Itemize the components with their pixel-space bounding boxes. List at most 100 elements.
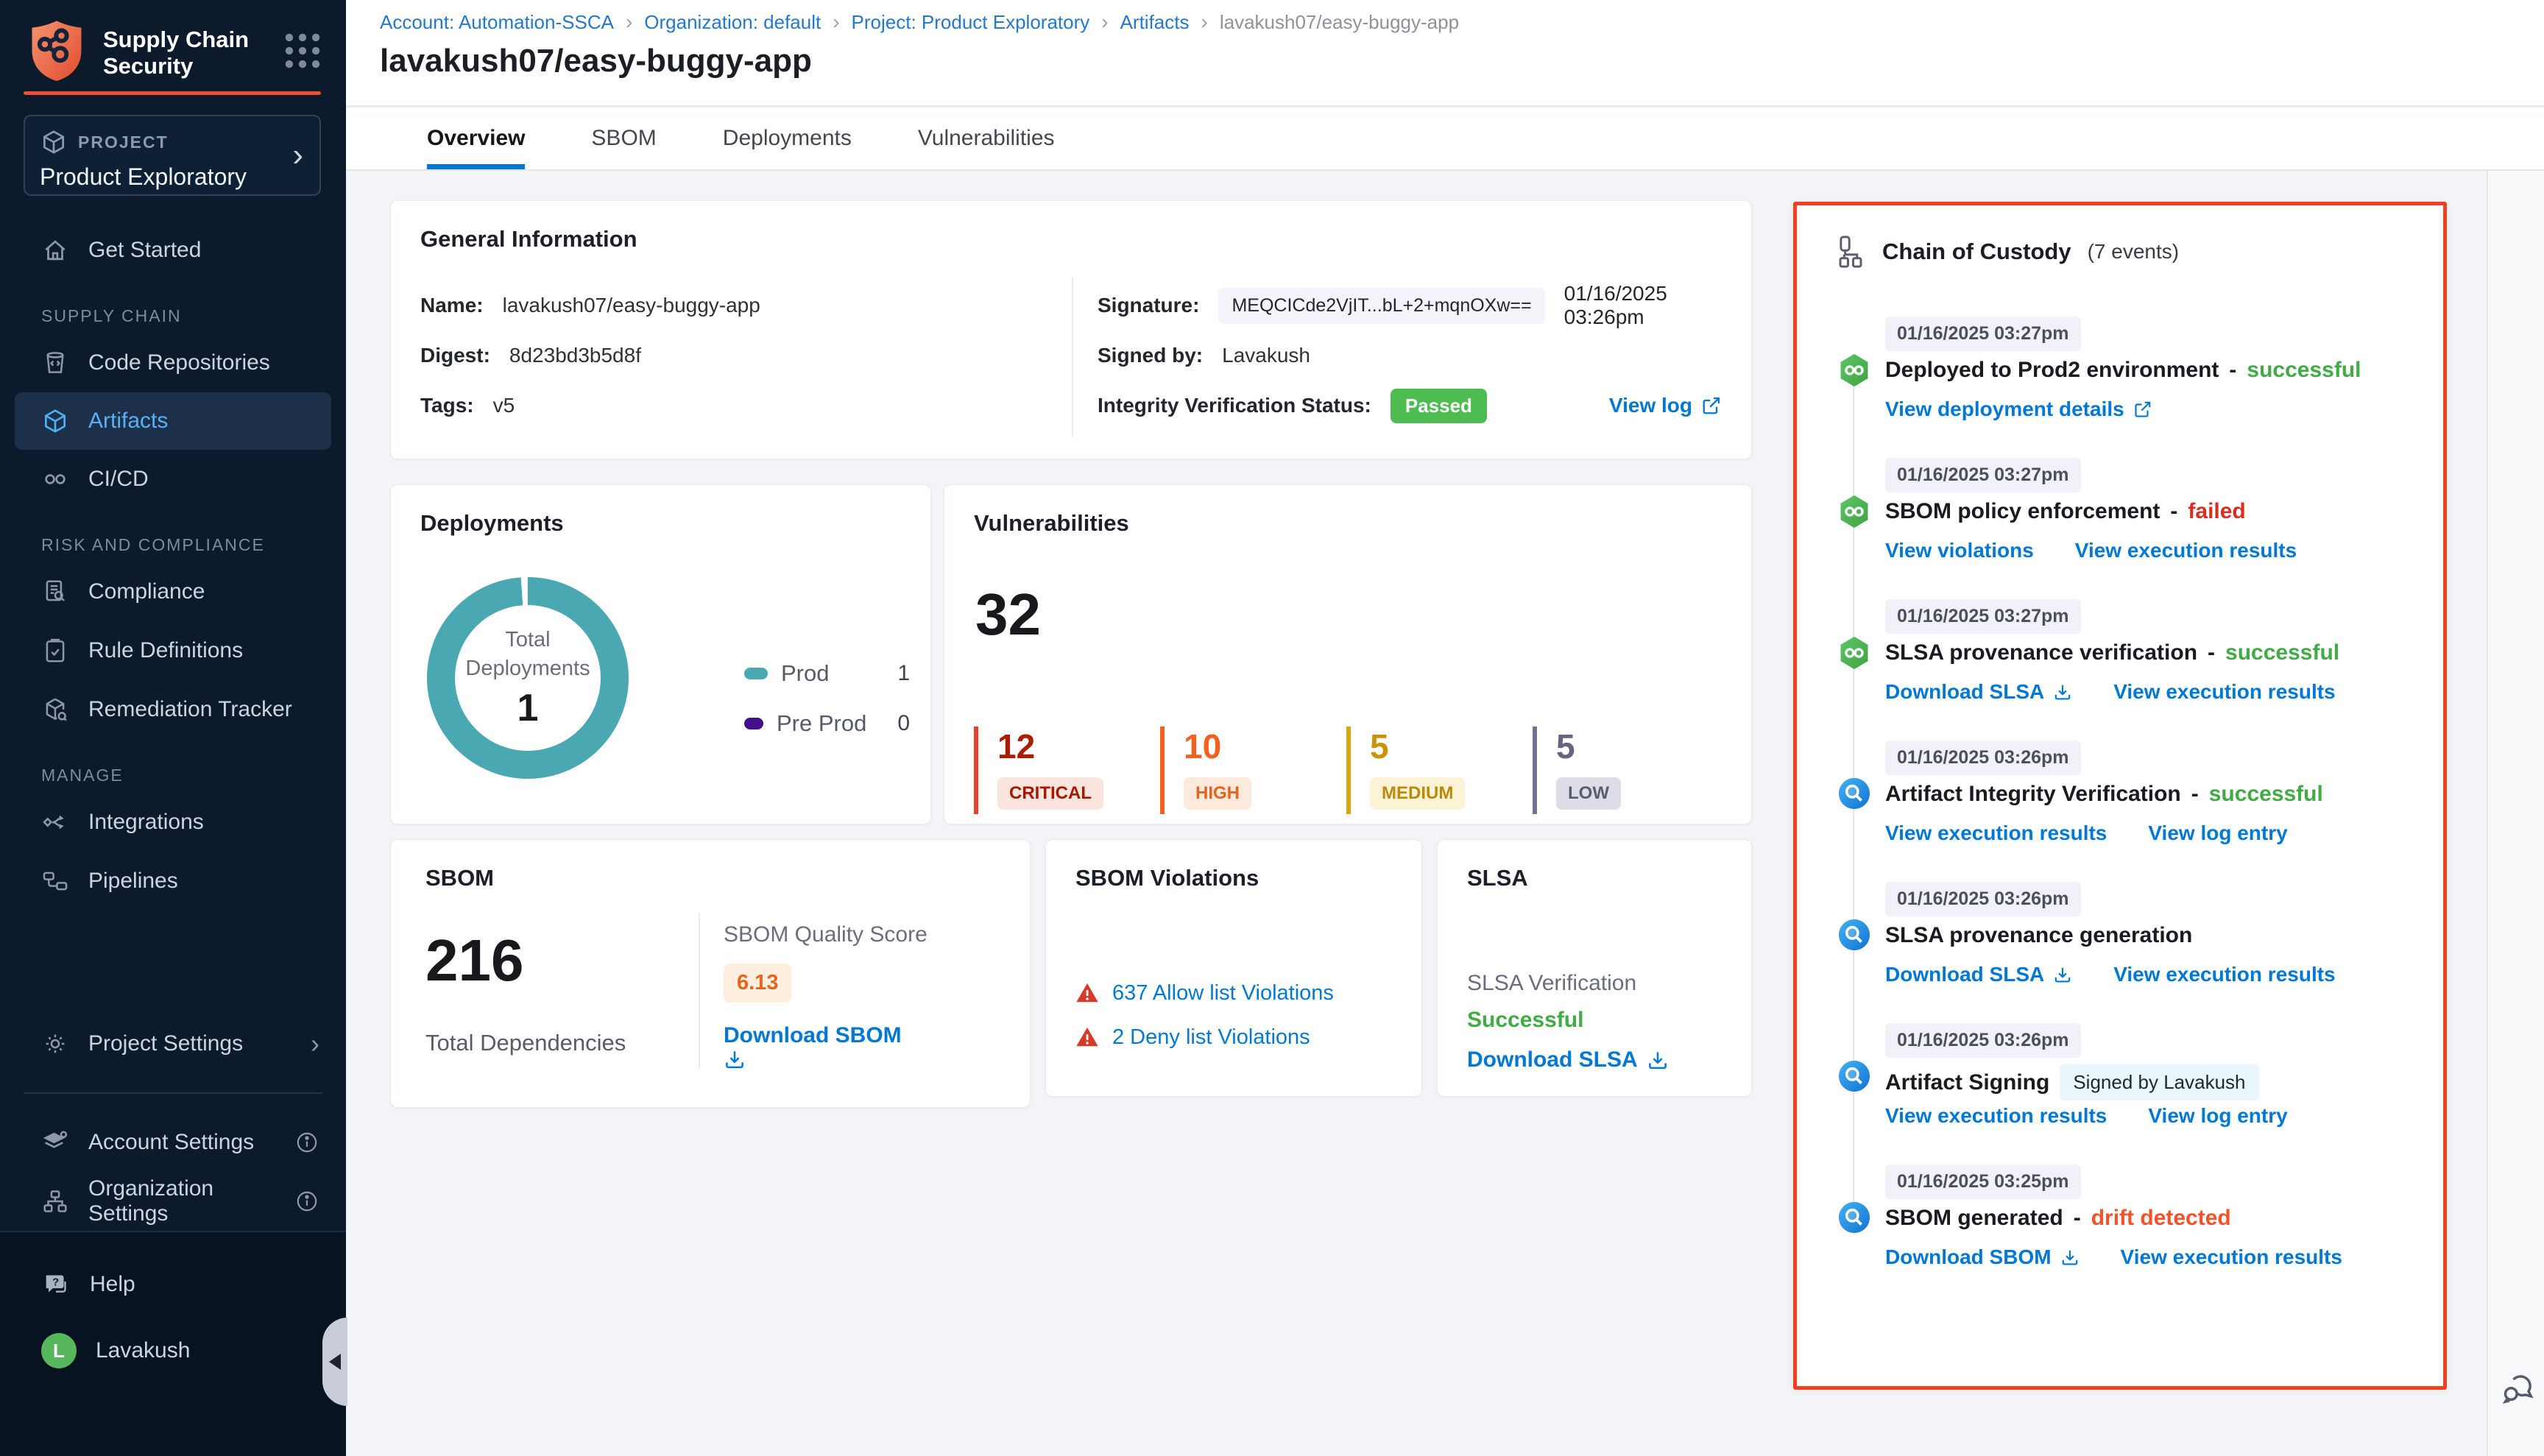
help-chat-icon: ? bbox=[41, 1270, 71, 1299]
custody-event: 01/16/2025 03:25pm SBOM generated-drift … bbox=[1797, 1165, 2443, 1275]
view-execution-results-link[interactable]: View execution results bbox=[2113, 680, 2335, 704]
user-name: Lavakush bbox=[96, 1338, 190, 1363]
sidebar-section-supply-chain: SUPPLY CHAIN bbox=[41, 306, 346, 326]
sidebar-collapse-handle[interactable] bbox=[322, 1318, 347, 1406]
download-slsa-link[interactable]: Download SLSA bbox=[1885, 963, 2072, 986]
breadcrumb-chevron-icon: › bbox=[833, 10, 839, 34]
breadcrumb-account[interactable]: Account: Automation-SSCA bbox=[380, 11, 614, 34]
sidebar-section-manage: MANAGE bbox=[41, 766, 346, 785]
sidebar-item-integrations[interactable]: Integrations bbox=[0, 793, 346, 852]
view-deployment-details-link[interactable]: View deployment details bbox=[1885, 397, 2152, 421]
download-slsa-link[interactable]: Download SLSA bbox=[1467, 1047, 1669, 1072]
page-header: Account: Automation-SSCA › Organization:… bbox=[346, 0, 2544, 107]
sidebar: Supply Chain Security PROJECT Product Ex… bbox=[0, 0, 346, 1456]
sidebar-divider bbox=[24, 1092, 322, 1094]
main-content: General Information Name: lavakush07/eas… bbox=[346, 171, 2487, 1456]
download-sbom-link[interactable]: Download SBOM bbox=[724, 1023, 928, 1070]
sidebar-item-rule-definitions[interactable]: Rule Definitions bbox=[0, 621, 346, 680]
sidebar-item-artifacts[interactable]: Artifacts bbox=[15, 392, 331, 450]
gear-icon bbox=[41, 1030, 69, 1058]
sidebar-item-compliance[interactable]: Compliance bbox=[0, 562, 346, 621]
app-switcher-grid-icon[interactable] bbox=[280, 28, 325, 77]
info-icon bbox=[294, 1189, 319, 1214]
chain-events-count: (7 events) bbox=[2088, 240, 2180, 264]
total-deployments-value: 1 bbox=[517, 686, 539, 730]
home-icon bbox=[41, 236, 69, 264]
app-logo-shield-icon bbox=[26, 18, 87, 88]
event-status: failed bbox=[2188, 499, 2245, 524]
breadcrumb-project[interactable]: Project: Product Exploratory bbox=[852, 11, 1090, 34]
tab-overview[interactable]: Overview bbox=[427, 108, 525, 169]
breadcrumb-artifacts[interactable]: Artifacts bbox=[1120, 11, 1190, 34]
sidebar-item-project-settings[interactable]: Project Settings › bbox=[0, 1014, 346, 1073]
event-status: successful bbox=[2247, 358, 2361, 383]
card-title: General Information bbox=[420, 226, 637, 252]
view-execution-results-link[interactable]: View execution results bbox=[1885, 1104, 2107, 1128]
deployments-card: Deployments TotalDeployments 1 Prod 1 Pr… bbox=[390, 484, 931, 824]
view-execution-results-link[interactable]: View execution results bbox=[2075, 539, 2297, 562]
sidebar-item-get-started[interactable]: Get Started bbox=[0, 221, 346, 280]
document-search-icon bbox=[41, 578, 69, 606]
view-execution-results-link[interactable]: View execution results bbox=[2121, 1245, 2342, 1269]
pipeline-hexagon-icon bbox=[1837, 353, 1871, 388]
tab-deployments[interactable]: Deployments bbox=[723, 108, 852, 169]
external-link-icon bbox=[2133, 400, 2152, 419]
card-title: SBOM bbox=[425, 865, 494, 891]
sidebar-item-cicd[interactable]: CI/CD bbox=[0, 450, 346, 509]
artifact-name: lavakush07/easy-buggy-app bbox=[503, 294, 760, 317]
donut-center-label: TotalDeployments bbox=[465, 626, 590, 683]
sidebar-footer: ? Help L Lavakush bbox=[0, 1231, 346, 1456]
project-cube-icon bbox=[40, 128, 68, 156]
sidebar-item-remediation-tracker[interactable]: Remediation Tracker bbox=[0, 680, 346, 739]
sidebar-item-pipelines[interactable]: Pipelines bbox=[0, 852, 346, 911]
signature-value: MEQCICde2VjIT...bL+2+mqnOXw== bbox=[1218, 288, 1544, 324]
download-slsa-link[interactable]: Download SLSA bbox=[1885, 680, 2072, 704]
download-sbom-link[interactable]: Download SBOM bbox=[1885, 1245, 2080, 1269]
project-selector[interactable]: PROJECT Product Exploratory › bbox=[24, 115, 321, 196]
severity-badge: HIGH bbox=[1184, 777, 1251, 810]
breadcrumb-chevron-icon: › bbox=[1201, 10, 1208, 34]
event-timestamp: 01/16/2025 03:26pm bbox=[1885, 882, 2081, 916]
tab-sbom[interactable]: SBOM bbox=[591, 108, 656, 169]
sbom-quality-score: 6.13 bbox=[724, 964, 791, 1003]
scan-circle-icon bbox=[1837, 1201, 1871, 1236]
severity-badge: MEDIUM bbox=[1370, 777, 1465, 810]
sidebar-item-code-repositories[interactable]: Code Repositories bbox=[0, 333, 346, 392]
severity-badge: LOW bbox=[1556, 777, 1621, 810]
chevron-left-icon bbox=[329, 1354, 341, 1370]
sidebar-settings: Project Settings › Account Settings Orga… bbox=[0, 1014, 346, 1231]
view-execution-results-link[interactable]: View execution results bbox=[2113, 963, 2335, 986]
view-log-entry-link[interactable]: View log entry bbox=[2148, 1104, 2287, 1128]
severity-medium: 5 MEDIUM bbox=[1346, 727, 1533, 814]
breadcrumb-organization[interactable]: Organization: default bbox=[644, 11, 821, 34]
user-menu[interactable]: L Lavakush bbox=[0, 1318, 346, 1384]
project-selector-label: PROJECT bbox=[78, 132, 169, 152]
vulnerabilities-total: 32 bbox=[975, 581, 1041, 649]
status-badge: Passed bbox=[1391, 389, 1487, 423]
vertical-divider bbox=[699, 913, 700, 1068]
view-log-link[interactable]: View log bbox=[1609, 394, 1722, 417]
external-link-icon bbox=[1701, 395, 1722, 416]
allow-list-violations-link[interactable]: 637 Allow list Violations bbox=[1112, 981, 1334, 1006]
sidebar-item-help[interactable]: ? Help bbox=[0, 1251, 346, 1318]
sidebar-item-account-settings[interactable]: Account Settings bbox=[0, 1113, 346, 1172]
infinity-icon bbox=[41, 465, 69, 493]
project-selector-name: Product Exploratory bbox=[40, 163, 305, 191]
signature-row: Signature: MEQCICde2VjIT...bL+2+mqnOXw==… bbox=[1098, 280, 1722, 331]
sidebar-item-organization-settings[interactable]: Organization Settings bbox=[0, 1172, 346, 1231]
severity-low: 5 LOW bbox=[1533, 727, 1719, 814]
download-icon bbox=[724, 1048, 746, 1070]
sidebar-section-risk-compliance: RISK AND COMPLIANCE bbox=[41, 535, 346, 555]
prod-count: 1 bbox=[897, 661, 910, 686]
view-log-entry-link[interactable]: View log entry bbox=[2148, 821, 2287, 845]
legend-item-pre-prod: Pre Prod 0 bbox=[744, 699, 910, 749]
artifact-digest: 8d23bd3b5d8f bbox=[509, 344, 641, 367]
view-violations-link[interactable]: View violations bbox=[1885, 539, 2034, 562]
breadcrumb-current: lavakush07/easy-buggy-app bbox=[1220, 11, 1459, 34]
slsa-verification-status: Successful bbox=[1467, 1008, 1583, 1033]
deny-list-violations-link[interactable]: 2 Deny list Violations bbox=[1112, 1025, 1310, 1050]
allow-list-violations-row: 637 Allow list Violations bbox=[1075, 971, 1334, 1015]
feedback-chat-icon[interactable] bbox=[2498, 1369, 2537, 1411]
view-execution-results-link[interactable]: View execution results bbox=[1885, 821, 2107, 845]
tab-vulnerabilities[interactable]: Vulnerabilities bbox=[918, 108, 1055, 169]
